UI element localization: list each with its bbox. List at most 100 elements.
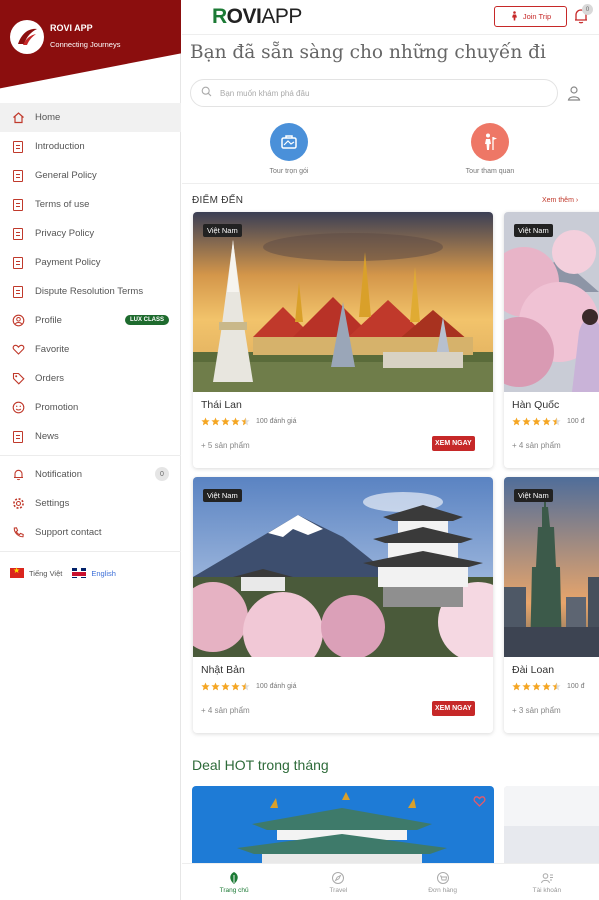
half-star-icon <box>552 682 561 691</box>
star-icon <box>542 417 551 426</box>
sidebar-item-news[interactable]: News <box>0 422 181 451</box>
star-icon <box>542 682 551 691</box>
nav-home[interactable]: Trang chủ <box>182 864 286 900</box>
page-headline: Bạn đã sẵn sàng cho những chuyến đi <box>190 42 546 63</box>
sidebar-item-label: Payment Policy <box>35 257 101 268</box>
nav-label: Travel <box>329 886 348 894</box>
star-icon <box>211 682 220 691</box>
sidebar-item-privacy-policy[interactable]: Privacy Policy <box>0 219 181 248</box>
app-logo[interactable]: ROVIAPP <box>212 5 302 29</box>
destination-card[interactable]: Việt Nam Hàn Quốc 100 đ + 4 sản phẩm <box>504 212 599 468</box>
view-now-button[interactable]: XEM NGAY <box>432 436 475 451</box>
star-icon <box>512 682 521 691</box>
sidebar-item-general-policy[interactable]: General Policy <box>0 161 181 190</box>
destination-card[interactable]: Việt Nam Đài Loan 100 đ + 3 sản phẩm <box>504 477 599 733</box>
half-star-icon <box>241 682 250 691</box>
sidebar-item-label: Terms of use <box>35 199 90 210</box>
deal-section-title: Deal HOT trong tháng <box>192 757 329 773</box>
destination-card[interactable]: Việt Nam Nhật Bản 100 đánh giá + 4 sản p… <box>193 477 493 733</box>
sidebar-item-favorite[interactable]: Favorite <box>0 335 181 364</box>
sidebar-item-label: General Policy <box>35 170 97 181</box>
notification-button[interactable]: 0 <box>572 4 593 27</box>
sidebar-item-label: Dispute Resolution Terms <box>35 286 144 297</box>
sidebar-item-support-contact[interactable]: Support contact <box>0 518 181 547</box>
star-icon <box>532 417 541 426</box>
star-icon <box>522 682 531 691</box>
destination-image-japan <box>193 477 493 657</box>
bell-icon <box>11 468 25 482</box>
heart-icon <box>11 343 25 357</box>
phone-icon <box>11 526 25 540</box>
review-count: 100 đ <box>567 683 585 690</box>
document-icon <box>11 430 25 444</box>
country-tag: Việt Nam <box>203 489 242 502</box>
gear-icon <box>11 497 25 511</box>
product-count: + 3 sản phẩm <box>512 706 561 715</box>
sidebar-item-label: Introduction <box>35 141 85 152</box>
star-icon <box>201 417 210 426</box>
country-tag: Việt Nam <box>514 489 553 502</box>
category-tour-package[interactable]: Tour trọn gói <box>249 123 329 175</box>
document-icon <box>11 256 25 270</box>
lux-class-badge: LUX CLASS <box>124 315 169 325</box>
sidebar-item-label: Privacy Policy <box>35 228 95 239</box>
destination-image-taiwan <box>504 477 599 657</box>
see-more-link[interactable]: Xem thêm › <box>542 197 578 204</box>
home-icon <box>11 111 25 125</box>
review-count: 100 đánh giá <box>256 418 297 425</box>
sidebar-item-notification[interactable]: Notification 0 <box>0 460 181 489</box>
sidebar-item-orders[interactable]: Orders <box>0 364 181 393</box>
star-icon <box>221 417 230 426</box>
divider <box>0 455 181 456</box>
vietnam-flag-icon[interactable] <box>10 566 24 578</box>
sidebar-item-label: Home <box>35 112 61 123</box>
brand-tagline: Connecting Journeys <box>50 40 121 49</box>
category-sightseeing-tour[interactable]: Tour tham quan <box>450 123 530 175</box>
country-tag: Việt Nam <box>203 224 242 237</box>
destination-name: Đài Loan <box>512 664 555 676</box>
search-bar[interactable] <box>190 79 558 107</box>
sidebar-item-label: Orders <box>35 373 65 384</box>
uk-flag-icon[interactable] <box>72 568 87 578</box>
sidebar-item-home[interactable]: Home <box>0 103 181 132</box>
sidebar-item-introduction[interactable]: Introduction <box>0 132 181 161</box>
sidebar-item-dispute-resolution[interactable]: Dispute Resolution Terms <box>0 277 181 306</box>
view-now-button[interactable]: XEM NGAY <box>432 701 475 716</box>
language-vi[interactable]: Tiếng Việt <box>29 569 62 578</box>
sidebar-item-profile[interactable]: Profile LUX CLASS <box>0 306 181 335</box>
nav-orders[interactable]: Đơn hàng <box>391 864 495 900</box>
document-icon <box>11 227 25 241</box>
sidebar-item-promotion[interactable]: Promotion <box>0 393 181 422</box>
destination-name: Nhật Bản <box>201 664 245 676</box>
nav-account[interactable]: Tài khoản <box>495 864 599 900</box>
favorite-heart-icon[interactable] <box>473 794 486 812</box>
destinations-title: ĐIỂM ĐẾN <box>192 195 244 206</box>
destination-card[interactable]: Việt Nam Thái Lan 100 đánh giá + 5 sản p… <box>193 212 493 468</box>
destination-name: Hàn Quốc <box>512 399 560 411</box>
search-icon <box>201 84 212 102</box>
country-tag: Việt Nam <box>514 224 553 237</box>
sidebar-item-label: Favorite <box>35 344 70 355</box>
divider <box>0 551 181 552</box>
review-count: 100 đánh giá <box>256 683 297 690</box>
main-content: ROVIAPP Join Trip 0 Bạn đã sẵn sàng cho … <box>182 0 599 900</box>
star-icon <box>231 682 240 691</box>
smile-icon <box>11 401 25 415</box>
nav-travel[interactable]: Travel <box>286 864 390 900</box>
sidebar: ROVI APP Connecting Journeys Home Introd… <box>0 0 181 900</box>
nav-label: Đơn hàng <box>428 886 458 894</box>
sidebar-item-payment-policy[interactable]: Payment Policy <box>0 248 181 277</box>
category-label: Tour trọn gói <box>269 168 309 175</box>
account-button[interactable] <box>566 84 582 102</box>
home-leaf-icon <box>230 871 238 884</box>
search-input[interactable] <box>220 88 540 98</box>
product-count: + 4 sản phẩm <box>512 441 561 450</box>
document-icon <box>11 285 25 299</box>
rating: 100 đánh giá <box>201 417 296 426</box>
nav-label: Trang chủ <box>219 886 249 894</box>
app-root: ROVI APP Connecting Journeys Home Introd… <box>0 0 599 900</box>
language-en[interactable]: English <box>91 569 116 578</box>
join-trip-button[interactable]: Join Trip <box>494 6 567 27</box>
sidebar-item-settings[interactable]: Settings <box>0 489 181 518</box>
sidebar-item-terms-of-use[interactable]: Terms of use <box>0 190 181 219</box>
